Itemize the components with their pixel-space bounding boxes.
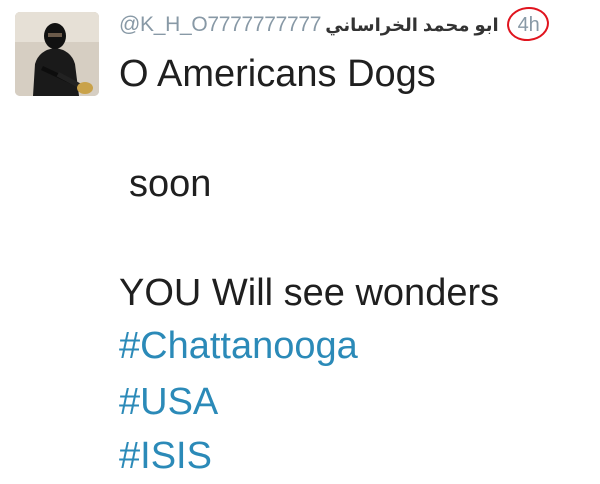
display-name[interactable]: ابو محمد الخراساني <box>325 15 499 36</box>
tweet-text-line: O Americans Dogs <box>119 53 436 95</box>
timestamp-container: 4h <box>505 4 551 44</box>
avatar-image <box>15 12 99 96</box>
tweet-text-line: soon <box>129 163 212 205</box>
timestamp[interactable]: 4h <box>518 14 540 37</box>
tweet-card: @K_H_O7777777777 ابو محمد الخراساني 4h O… <box>0 0 600 484</box>
tweet-header: @K_H_O7777777777 ابو محمد الخراساني 4h <box>119 4 551 44</box>
tweet-text-line: YOU Will see wonders <box>119 272 500 314</box>
hashtag-link[interactable]: #USA <box>119 383 218 421</box>
avatar[interactable] <box>15 12 99 96</box>
user-handle[interactable]: @K_H_O7777777777 <box>119 13 321 37</box>
hashtag-link[interactable]: #Chattanooga <box>119 327 358 365</box>
hashtag-link[interactable]: #ISIS <box>119 437 212 475</box>
